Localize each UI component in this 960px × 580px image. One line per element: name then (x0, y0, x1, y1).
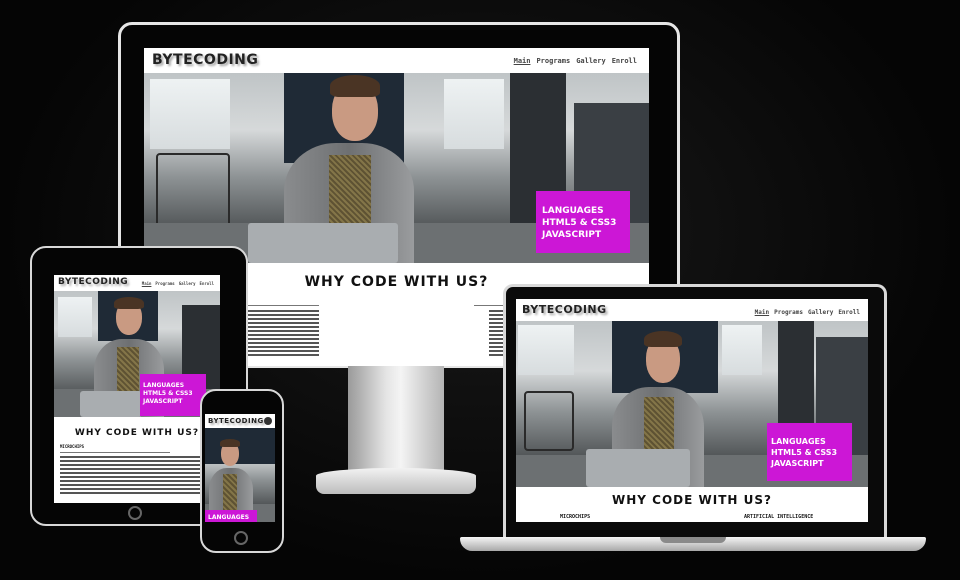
tablet-nav-enroll[interactable]: Enroll (200, 281, 214, 286)
monitor-neck (348, 366, 444, 474)
tablet-col-microchips: MICROCHIPS (60, 444, 85, 449)
laptop-col-microchips: MICROCHIPS (560, 514, 591, 520)
tablet-promo-box: LANGUAGES HTML5 & CSS3 JAVASCRIPT (140, 374, 206, 416)
phone-logo[interactable]: BYTECODING (208, 417, 264, 425)
phone-hero-image (205, 428, 275, 522)
tablet-promo-line-1: LANGUAGES (143, 382, 185, 389)
tablet-nav: Main Programs Gallery Enroll (142, 281, 214, 286)
laptop-col-ai: ARTIFICIAL INTELLIGENCE (744, 514, 814, 520)
tablet-nav-gallery[interactable]: Gallery (179, 281, 196, 286)
phone-promo-box: LANGUAGES (205, 510, 257, 522)
site-header: BYTECODING Main Programs Gallery Enroll (144, 48, 649, 73)
laptop-promo-line-2: HTML5 & CSS3 (771, 447, 838, 457)
tablet-nav-programs[interactable]: Programs (155, 281, 174, 286)
nav-programs[interactable]: Programs (536, 57, 570, 65)
promo-line-1: LANGUAGES (542, 206, 604, 216)
laptop-nav: Main Programs Gallery Enroll (755, 309, 860, 316)
laptop-promo-line-1: LANGUAGES (771, 437, 826, 446)
phone-promo-line-1: LANGUAGES (208, 514, 250, 521)
nav-enroll[interactable]: Enroll (612, 57, 637, 65)
tablet-promo-line-3: JAVASCRIPT (143, 398, 183, 406)
site-logo[interactable]: BYTECODING (152, 52, 258, 68)
monitor-stand (316, 468, 476, 494)
tablet-header: BYTECODING Main Programs Gallery Enroll (54, 275, 220, 291)
phone-home-button[interactable] (234, 531, 248, 545)
nav-gallery[interactable]: Gallery (576, 57, 606, 65)
laptop-promo-box: LANGUAGES HTML5 & CSS3 JAVASCRIPT (767, 423, 852, 481)
laptop-header: BYTECODING Main Programs Gallery Enroll (516, 299, 868, 321)
tablet-screen: BYTECODING Main Programs Gallery Enroll … (54, 275, 220, 503)
laptop-notch (660, 537, 726, 543)
laptop-nav-programs[interactable]: Programs (774, 309, 803, 316)
laptop-nav-gallery[interactable]: Gallery (808, 309, 833, 316)
phone-header: BYTECODING (205, 414, 275, 428)
laptop-nav-enroll[interactable]: Enroll (838, 309, 860, 316)
site-nav: Main Programs Gallery Enroll (514, 57, 637, 65)
tablet-section-title: WHY CODE WITH US? (74, 428, 200, 438)
laptop-screen: BYTECODING Main Programs Gallery Enroll … (516, 299, 868, 522)
promo-line-3: JAVASCRIPT (542, 230, 602, 241)
promo-line-2: HTML5 & CSS3 (542, 218, 617, 229)
tablet-promo-line-2: HTML5 & CSS3 (143, 390, 193, 398)
tablet-logo[interactable]: BYTECODING (58, 277, 128, 287)
tablet-nav-main[interactable]: Main (142, 281, 152, 286)
hero-promo-box: LANGUAGES HTML5 & CSS3 JAVASCRIPT (536, 191, 630, 253)
laptop-promo-line-3: JAVASCRIPT (771, 458, 824, 468)
tablet-home-button[interactable] (128, 506, 142, 520)
menu-icon[interactable] (264, 417, 272, 425)
laptop-nav-main[interactable]: Main (755, 309, 769, 316)
phone-screen: BYTECODING LANGUAGES (205, 414, 275, 522)
nav-main[interactable]: Main (514, 57, 531, 65)
laptop-logo[interactable]: BYTECODING (522, 303, 607, 316)
laptop-section-title: WHY CODE WITH US? (612, 493, 772, 507)
